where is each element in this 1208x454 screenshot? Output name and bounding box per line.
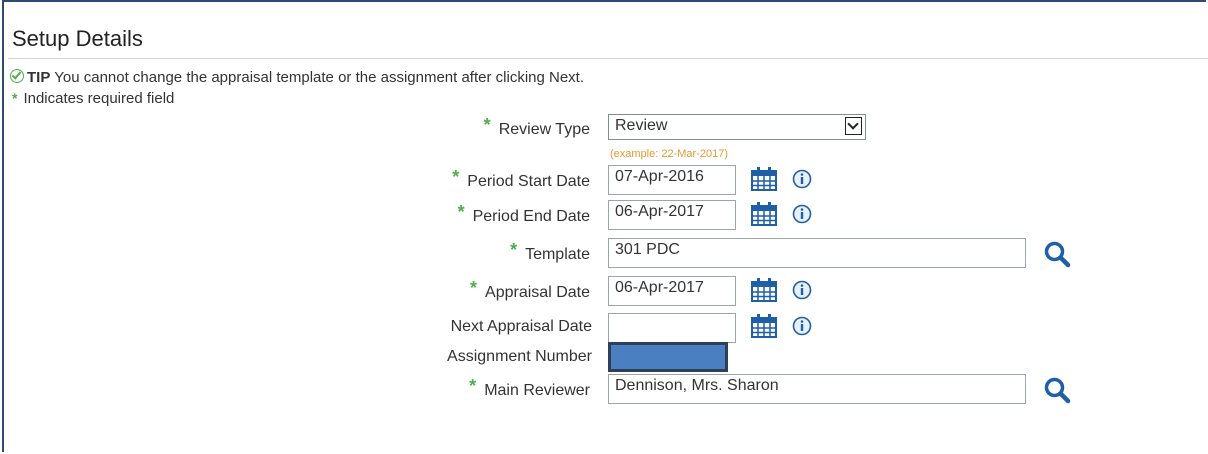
tip-text: You cannot change the appraisal template… [54,69,585,86]
review-type-label: * Review Type [483,115,590,139]
period-end-value: 06-Apr-2017 [615,203,704,220]
required-star-icon: * [452,167,460,187]
main-reviewer-row: * Main Reviewer Dennison, Mrs. Sharon [0,374,1208,404]
next-appraisal-date-row: Next Appraisal Date [0,313,1208,343]
check-circle-icon [10,69,24,83]
assignment-number-row: Assignment Number [0,344,1208,374]
template-label: * Template [510,240,590,264]
period-start-label-text: Period Start Date [467,173,590,190]
template-input[interactable]: 301 PDC [608,238,1026,268]
period-end-row: * Period End Date 06-Apr-2017 [0,200,1208,230]
calendar-icon[interactable] [751,202,777,226]
required-star-icon: * [510,240,518,260]
calendar-icon[interactable] [751,167,777,191]
template-row: * Template 301 PDC [0,238,1208,268]
search-icon[interactable] [1043,376,1071,404]
search-icon[interactable] [1043,240,1071,268]
review-type-row: * Review Type Review [0,114,1208,144]
main-reviewer-input[interactable]: Dennison, Mrs. Sharon [608,374,1026,404]
assignment-number-field[interactable] [608,342,728,372]
main-reviewer-value: Dennison, Mrs. Sharon [615,377,779,394]
period-end-label-text: Period End Date [472,208,590,225]
appraisal-date-value: 06-Apr-2017 [615,279,704,296]
chevron-down-icon[interactable] [845,117,862,135]
review-type-value: Review [615,117,668,134]
section-title: Setup Details [12,26,143,51]
calendar-icon[interactable] [751,314,777,338]
appraisal-date-row: * Appraisal Date 06-Apr-2017 [0,276,1208,306]
required-star-icon: * [12,90,18,106]
template-value: 301 PDC [615,241,680,258]
tip-message: TIP You cannot change the appraisal temp… [10,68,584,86]
period-end-label: * Period End Date [457,202,590,226]
required-star-icon: * [469,376,477,396]
next-appraisal-date-input[interactable] [608,313,736,343]
review-type-select[interactable]: Review [608,114,866,140]
main-reviewer-label: * Main Reviewer [469,376,590,400]
period-start-input[interactable]: 07-Apr-2016 [608,165,736,195]
required-star-icon: * [470,278,478,298]
info-icon[interactable] [792,204,812,224]
period-start-row: * Period Start Date 07-Apr-2016 [0,165,1208,195]
appraisal-date-label-text: Appraisal Date [485,284,590,301]
info-icon[interactable] [792,280,812,300]
review-type-label-text: Review Type [498,121,590,138]
info-icon[interactable] [792,169,812,189]
required-field-note: * Indicates required field [12,90,174,107]
main-reviewer-label-text: Main Reviewer [484,382,590,399]
required-star-icon: * [483,115,491,135]
next-appraisal-date-label: Next Appraisal Date [450,318,592,335]
calendar-icon[interactable] [751,278,777,302]
period-end-input[interactable]: 06-Apr-2017 [608,200,736,230]
assignment-number-label: Assignment Number [447,348,592,365]
period-start-label: * Period Start Date [452,167,590,191]
date-format-example: (example: 22-Mar-2017) [610,148,728,160]
tip-keyword: TIP [27,69,51,86]
title-divider [8,58,1208,59]
appraisal-date-input[interactable]: 06-Apr-2017 [608,276,736,306]
template-label-text: Template [525,246,590,263]
required-note-text: Indicates required field [23,90,175,107]
period-start-value: 07-Apr-2016 [615,168,704,185]
required-star-icon: * [457,202,465,222]
info-icon[interactable] [792,316,812,336]
appraisal-date-label: * Appraisal Date [470,278,590,302]
